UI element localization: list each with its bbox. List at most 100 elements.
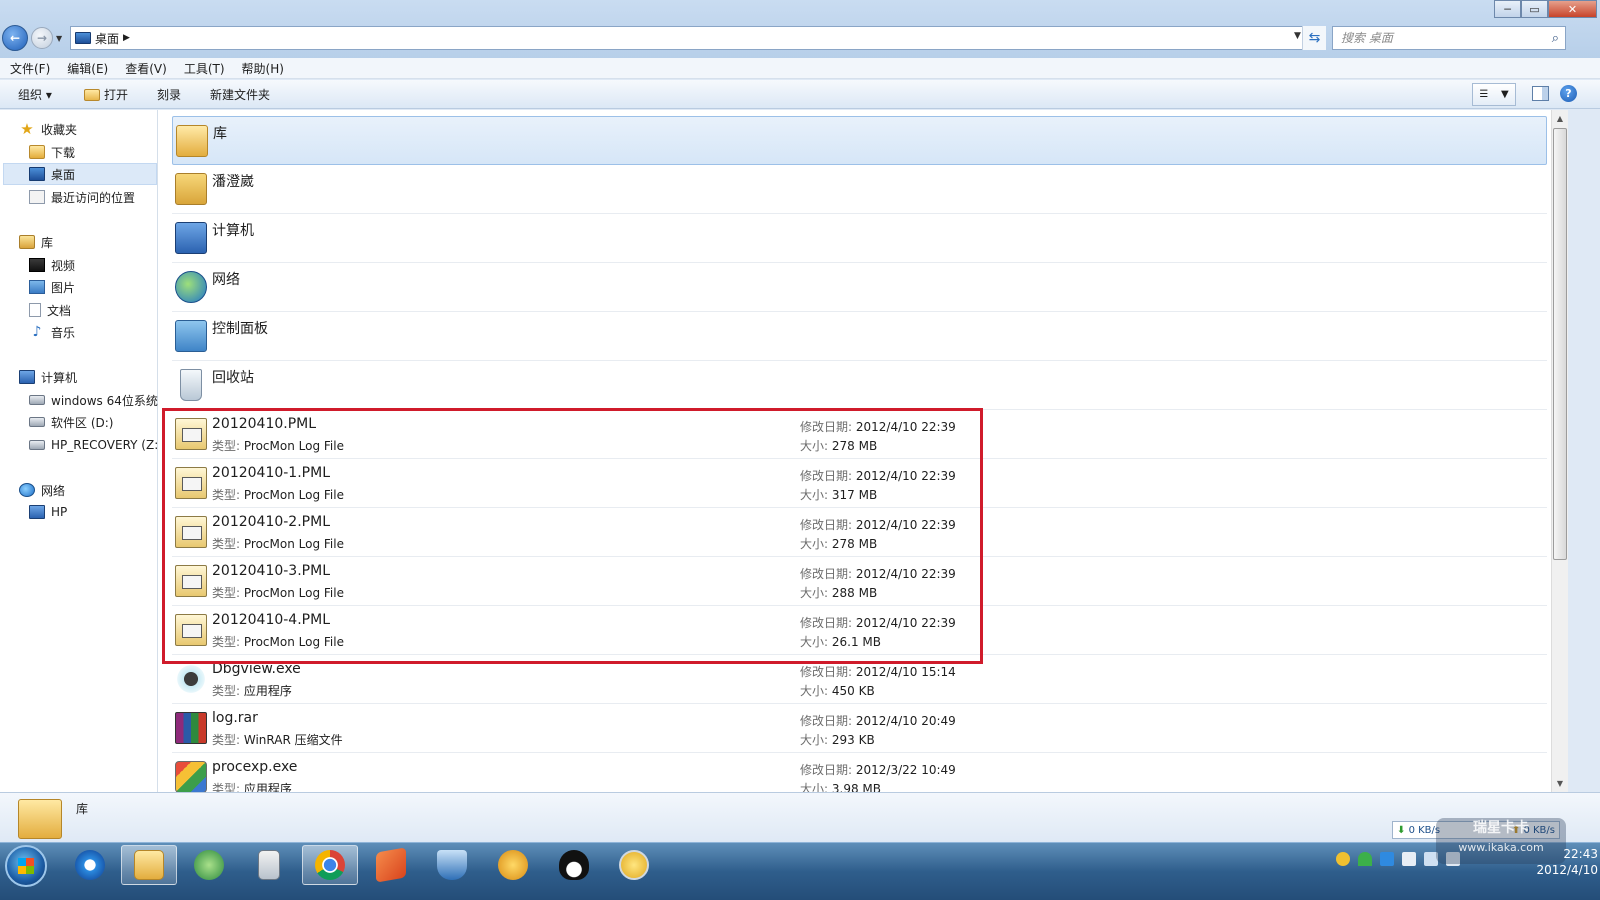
calculator-icon (258, 850, 280, 880)
taskbar-explorer[interactable] (121, 845, 177, 885)
maximize-button[interactable]: ▭ (1521, 0, 1548, 18)
bug-icon (175, 663, 207, 695)
tray-shield-icon[interactable] (1380, 852, 1394, 866)
user-folder-icon (175, 173, 207, 205)
download-arrow-icon: ⬇ (1397, 824, 1406, 836)
sidebar-item-desktop[interactable]: 桌面 (3, 163, 157, 185)
videos-icon (29, 258, 45, 272)
sidebar-item-drive-z[interactable]: HP_RECOVERY (Z:) (29, 434, 163, 456)
globe-download-icon (194, 850, 224, 880)
sidebar-item-pictures[interactable]: 图片 (29, 276, 75, 298)
sidebar-item-downloads[interactable]: 下载 (29, 141, 75, 163)
taskbar-app[interactable] (485, 845, 541, 885)
forward-arrow-icon: → (36, 31, 48, 45)
recycle-bin-icon (180, 369, 202, 401)
lion-icon (498, 850, 528, 880)
clock[interactable]: 22:43 2012/4/10 (1488, 846, 1598, 878)
list-item-user-folder[interactable]: 潘澄崴 (172, 165, 1547, 214)
refresh-button[interactable]: ⇆ (1302, 26, 1326, 50)
list-item-file[interactable]: procexp.exe 类型: 应用程序 修改日期: 2012/3/22 10:… (172, 753, 1547, 792)
menu-view[interactable]: 查看(V) (125, 60, 167, 77)
details-title: 库 (76, 802, 89, 816)
libraries-icon (176, 125, 208, 157)
address-dropdown-icon[interactable]: ▼ (1294, 31, 1301, 41)
start-button[interactable] (5, 845, 47, 887)
tray-smiley-icon[interactable] (1336, 852, 1350, 866)
view-dropdown-icon[interactable]: ▼ (1501, 89, 1509, 100)
sidebar-item-hp[interactable]: HP (29, 501, 67, 523)
forward-button[interactable]: → (31, 27, 53, 49)
menu-file[interactable]: 文件(F) (10, 60, 50, 77)
breadcrumb-desktop[interactable]: 桌面 (95, 30, 119, 47)
new-folder-button[interactable]: 新建文件夹 (210, 86, 270, 103)
internet-explorer-icon (75, 850, 105, 880)
chrome-icon (315, 850, 345, 880)
downloads-folder-icon (29, 145, 45, 159)
menu-edit[interactable]: 编辑(E) (67, 60, 108, 77)
scroll-down-icon[interactable]: ▼ (1552, 775, 1568, 792)
close-button[interactable]: ✕ (1548, 0, 1597, 18)
clock-time: 22:43 (1563, 847, 1598, 861)
burn-button[interactable]: 刻录 (157, 86, 181, 103)
sidebar-item-libraries[interactable]: 库 (19, 231, 53, 253)
sidebar-item-documents[interactable]: 文档 (29, 299, 71, 321)
change-view-button[interactable]: ☰ ▼ (1472, 83, 1516, 106)
taskbar-app[interactable] (424, 845, 480, 885)
sidebar-item-recent[interactable]: 最近访问的位置 (29, 186, 135, 208)
list-item-recycle-bin[interactable]: 回收站 (172, 361, 1547, 410)
view-icon: ☰ (1479, 89, 1489, 100)
list-item-file[interactable]: log.rar 类型: WinRAR 压缩文件 修改日期: 2012/4/10 … (172, 704, 1547, 753)
open-button[interactable]: 打开 (84, 86, 128, 103)
tray-flag-icon[interactable] (1402, 852, 1416, 866)
breadcrumb-chevron-icon[interactable]: ▶ (123, 33, 130, 43)
tray-umbrella-icon[interactable] (1358, 852, 1372, 866)
network-icon (19, 483, 35, 497)
taskbar-ie[interactable] (62, 845, 118, 885)
list-item-network[interactable]: 网络 (172, 263, 1547, 312)
taskbar-calculator[interactable] (241, 845, 297, 885)
libraries-icon (18, 799, 62, 839)
control-panel-icon (175, 320, 207, 352)
refresh-icon: ⇆ (1308, 30, 1321, 46)
vertical-scrollbar[interactable]: ▲ ▼ (1551, 110, 1568, 792)
menu-help[interactable]: 帮助(H) (242, 60, 284, 77)
sidebar-item-videos[interactable]: 视频 (29, 254, 75, 276)
search-icon[interactable]: ⌕ (1552, 31, 1559, 46)
system-drive-icon (29, 395, 45, 405)
details-pane: 库 (0, 792, 1600, 842)
network-computer-icon (29, 505, 45, 519)
recent-pages-dropdown-icon[interactable]: ▼ (56, 34, 62, 43)
process-explorer-icon (175, 761, 207, 792)
address-bar[interactable]: 桌面 ▶ (70, 26, 1324, 50)
search-box[interactable]: ⌕ (1332, 26, 1566, 50)
preview-pane-icon[interactable] (1532, 86, 1549, 101)
sidebar-item-music[interactable]: ♪ 音乐 (29, 321, 75, 343)
taskbar-app[interactable] (606, 845, 662, 885)
help-icon[interactable]: ? (1560, 85, 1577, 102)
sidebar-item-drive-d[interactable]: 软件区 (D:) (29, 411, 113, 433)
scrollbar-thumb[interactable] (1553, 128, 1567, 560)
sidebar-item-computer[interactable]: 计算机 (19, 366, 77, 388)
back-button[interactable]: ← (2, 25, 28, 51)
taskbar-app[interactable] (363, 845, 419, 885)
taskbar-qq[interactable] (546, 845, 602, 885)
list-item-libraries[interactable]: 库 (172, 116, 1547, 165)
minimize-button[interactable]: ─ (1494, 0, 1521, 18)
list-item-computer[interactable]: 计算机 (172, 214, 1547, 263)
sidebar-item-network[interactable]: 网络 (19, 479, 65, 501)
search-input[interactable] (1341, 31, 1521, 45)
sidebar-item-drive-c[interactable]: windows 64位系统 (29, 389, 158, 411)
penguin-icon (559, 850, 589, 880)
drive-icon (29, 417, 45, 427)
menu-tools[interactable]: 工具(T) (184, 60, 225, 77)
taskbar-chrome[interactable] (302, 845, 358, 885)
computer-icon (19, 370, 35, 384)
list-item-control-panel[interactable]: 控制面板 (172, 312, 1547, 361)
window-controls: ─ ▭ ✕ (1494, 0, 1597, 18)
command-bar: 组织 ▾ 打开 刻录 新建文件夹 (0, 80, 1600, 109)
organize-button[interactable]: 组织 ▾ (18, 86, 52, 103)
taskbar-app[interactable] (181, 845, 237, 885)
highlight-annotation (162, 408, 983, 664)
scroll-up-icon[interactable]: ▲ (1552, 110, 1568, 127)
sidebar-item-favorites[interactable]: ★ 收藏夹 (19, 118, 77, 140)
